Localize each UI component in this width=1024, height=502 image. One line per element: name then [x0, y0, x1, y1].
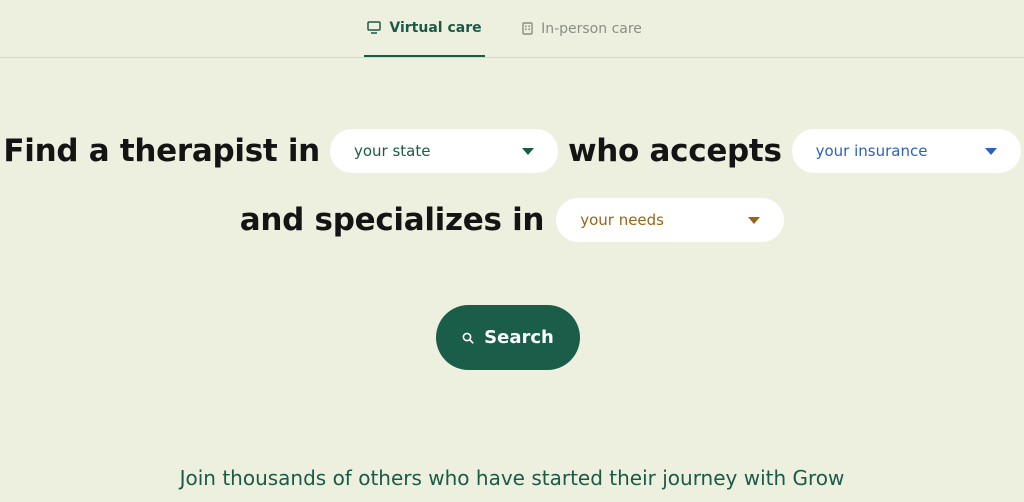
needs-select-value: your needs	[580, 211, 664, 229]
sentence-part-specializes: and specializes in	[239, 202, 545, 238]
tagline: Join thousands of others who have starte…	[179, 466, 845, 490]
care-type-tabs: Virtual care In-person care	[0, 0, 1024, 58]
search-sentence-line-1: Find a therapist in your state who accep…	[0, 128, 1024, 174]
sentence-part-accepts: who accepts	[567, 133, 782, 169]
chevron-down-icon	[984, 147, 997, 155]
insurance-select-value: your insurance	[815, 142, 928, 160]
tab-virtual-care[interactable]: Virtual care	[364, 0, 485, 57]
chevron-down-icon	[748, 216, 761, 224]
needs-select[interactable]: your needs	[556, 198, 785, 242]
page: Virtual care In-person care Find a thera…	[0, 0, 1024, 502]
tab-virtual-care-label: Virtual care	[389, 19, 482, 36]
search-button[interactable]: Search	[436, 305, 580, 370]
search-icon	[462, 332, 474, 344]
building-icon	[522, 22, 533, 35]
monitor-icon	[367, 21, 382, 34]
state-select-value: your state	[353, 142, 431, 160]
search-button-label: Search	[484, 327, 554, 348]
sentence-part-find: Find a therapist in	[3, 133, 320, 169]
insurance-select[interactable]: your insurance	[791, 129, 1021, 173]
chevron-down-icon	[521, 147, 534, 155]
tab-in-person-care[interactable]: In-person care	[512, 0, 652, 57]
state-select[interactable]: your state	[329, 129, 558, 173]
tab-in-person-care-label: In-person care	[541, 20, 642, 37]
search-sentence-line-2: and specializes in your needs	[0, 197, 1024, 243]
